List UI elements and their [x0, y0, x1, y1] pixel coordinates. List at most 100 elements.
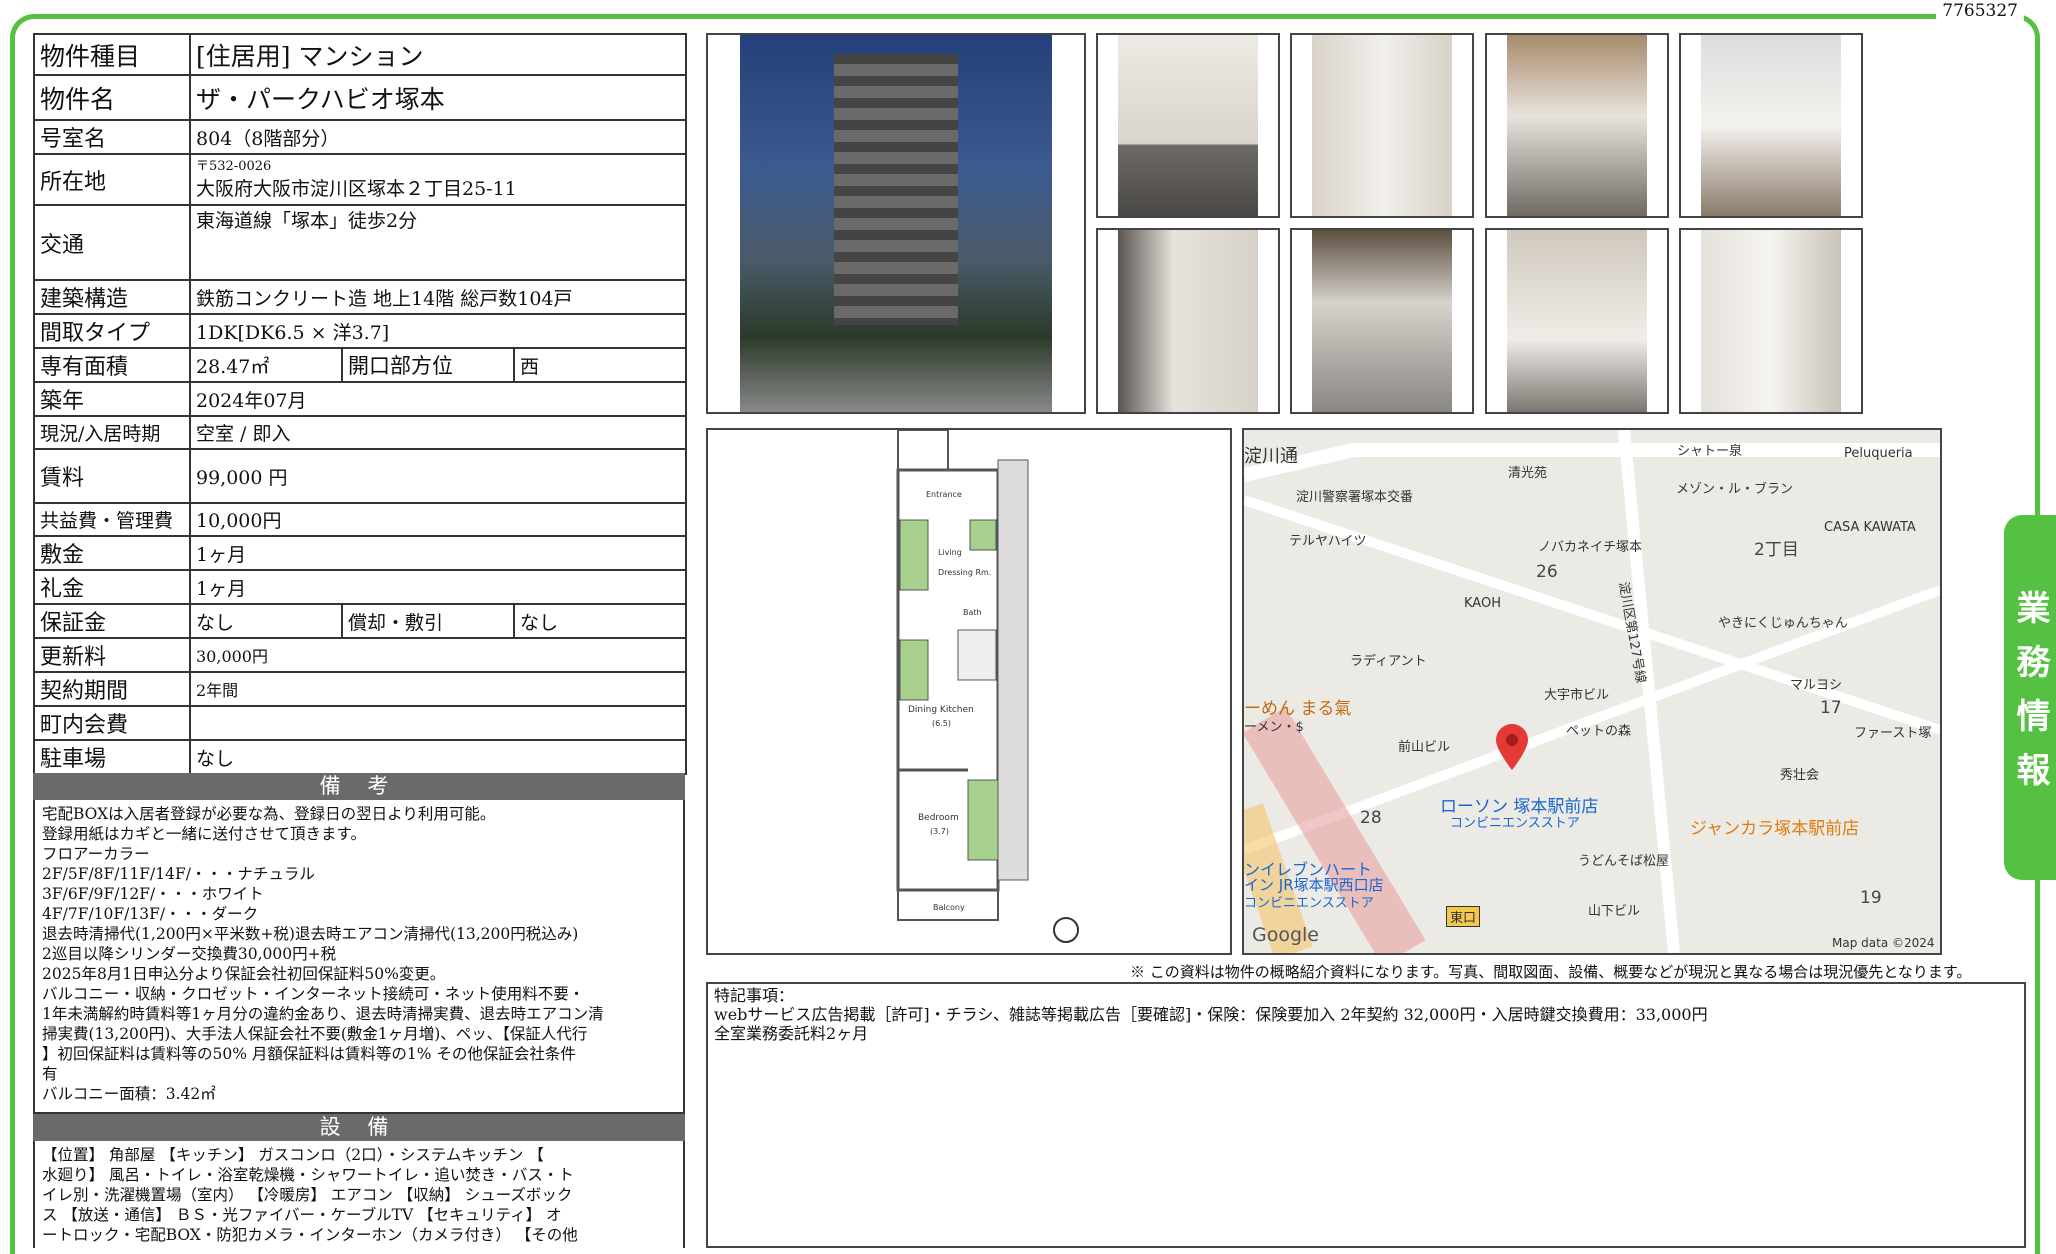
- plan-label-living: Living: [938, 548, 962, 557]
- map-label: 前山ビル: [1398, 740, 1451, 755]
- map-label: テルヤハイツ: [1289, 534, 1367, 549]
- building-image: [740, 35, 1052, 412]
- map-label: 大宇市ビル: [1544, 688, 1610, 703]
- location-pin-icon: [1496, 724, 1528, 770]
- rent-value: 99,000 円: [188, 448, 688, 504]
- structure-label: 建築構造: [33, 279, 191, 315]
- remarks-line: 全室業務委託料2ヶ月: [714, 1024, 869, 1043]
- map-number: 19: [1860, 888, 1882, 908]
- address-zip: 〒532-0026: [196, 158, 272, 174]
- setsubi-body: 【位置】 角部屋 【キッチン】 ガスコンロ（2口）・システムキッチン 【 水廻り…: [33, 1141, 685, 1248]
- plan-label-dining: Dining Kitchen: [908, 705, 974, 715]
- guarantee-label: 保証金: [33, 603, 191, 639]
- layout-label: 間取タイプ: [33, 313, 191, 349]
- transit-label: 交通: [33, 204, 191, 281]
- status-value: 空室 / 即入: [188, 415, 688, 450]
- plan-label-entrance: Entrance: [926, 490, 962, 499]
- key-money-value: 1ヶ月: [188, 569, 688, 605]
- room-image: [1701, 230, 1841, 412]
- deposit-label: 敷金: [33, 535, 191, 571]
- room-photo-8[interactable]: [1679, 228, 1863, 414]
- setsubi-line: ス 【放送・通信】 ＢＳ・光ファイバー・ケーブルTV 【セキュリティ】 オ: [42, 1206, 562, 1224]
- address-value: 大阪府大阪市淀川区塚本２丁目25-11: [196, 177, 517, 200]
- room-photo-6[interactable]: [1290, 228, 1474, 414]
- biko-line: 1年未満解約時賃料等1ヶ月分の違約金あり、退去時清掃実費、退去時エアコン清: [42, 1005, 604, 1023]
- renewal-value: 30,000円: [188, 637, 688, 673]
- amort-label: 償却・敷引: [341, 603, 515, 639]
- contract-value: 2年間: [188, 671, 688, 707]
- area-label: 専有面積: [33, 347, 191, 383]
- setsubi-line: 水廻り】 風呂・トイレ・浴室乾燥機・シャワートイレ・追い焚き・バス・ト: [42, 1166, 574, 1184]
- name-label: 物件名: [33, 74, 191, 121]
- map-label: CASA KAWATA: [1824, 520, 1916, 535]
- direction-value: 西: [512, 347, 688, 383]
- plan-label-bedroom-size: (3.7): [930, 827, 949, 836]
- community-label: 町内会費: [33, 705, 191, 741]
- building-photo[interactable]: [706, 33, 1086, 414]
- side-tab-label: 業務情報: [2010, 589, 2050, 806]
- room-image: [1312, 230, 1452, 412]
- address-cell: 〒532-0026 大阪府大阪市淀川区塚本２丁目25-11: [188, 153, 688, 206]
- plan-label-bedroom: Bedroom: [918, 813, 959, 823]
- room-photo-3[interactable]: [1485, 33, 1669, 218]
- key-money-label: 礼金: [33, 569, 191, 605]
- compass-icon: [1053, 917, 1079, 943]
- fee-label: 共益費・管理費: [33, 502, 191, 537]
- biko-body: 宅配BOXは入居者登録が必要な為、登録日の翌日より利用可能。 登録用紙はカギと一…: [33, 800, 685, 1114]
- setsubi-line: ートロック・宅配BOX・防犯カメラ・インターホン（カメラ付き） 【その他: [42, 1226, 578, 1244]
- map-label: 淀川警察署塚本交番: [1296, 490, 1414, 505]
- plan-label-bath: Bath: [963, 608, 982, 617]
- map-label: やきにくじゅんちゃん: [1718, 616, 1848, 631]
- map-label: ジャンカラ塚本駅前店: [1690, 819, 1860, 839]
- map-number: 17: [1820, 698, 1842, 718]
- biko-line: 2巡目以降シリンダー交換費30,000円+税: [42, 945, 337, 963]
- area-value: 28.47㎡: [189, 347, 343, 383]
- biko-line: 4F/7F/10F/13F/・・・ダーク: [42, 905, 259, 923]
- floor-plan-drawing: Entrance Living Dressing Rm. Bath Dining…: [896, 429, 1079, 943]
- biko-line: 宅配BOXは入居者登録が必要な為、登録日の翌日より利用可能。: [42, 805, 496, 823]
- map-label: KAOH: [1464, 596, 1501, 611]
- map-label: コンビニエンスストア: [1244, 896, 1374, 911]
- business-info-tab[interactable]: 業務情報: [2004, 515, 2056, 880]
- room-label: 号室名: [33, 119, 191, 155]
- room-value: 804（8階部分）: [188, 119, 688, 155]
- rent-label: 賃料: [33, 448, 191, 504]
- biko-line: 】初回保証料は賃料等の50% 月額保証料は賃料等の1% その他保証会社条件: [42, 1045, 576, 1063]
- room-image: [1118, 230, 1258, 412]
- map-label: メゾン・ル・ブラン: [1676, 482, 1794, 497]
- google-logo: Google: [1252, 924, 1320, 946]
- layout-value: 1DK[DK6.5 × 洋3.7]: [188, 313, 688, 349]
- map-label: 清光苑: [1508, 466, 1548, 481]
- type-label: 物件種目: [33, 33, 191, 76]
- floor-plan[interactable]: Entrance Living Dressing Rm. Bath Dining…: [706, 428, 1232, 955]
- disclaimer: ※ この資料は物件の概略紹介資料になります。写真、間取図面、設備、概要などが現況…: [1130, 963, 1972, 981]
- map-label: ペットの森: [1566, 724, 1632, 739]
- biko-line: 2F/5F/8F/11F/14F/・・・ナチュラル: [42, 865, 315, 883]
- map-label: ラディアント: [1350, 654, 1427, 669]
- map-label: ファースト塚: [1854, 726, 1932, 741]
- name-value: ザ・パークハビオ塚本: [188, 74, 688, 121]
- special-remarks: 特記事項： webサービス広告掲載［許可]・チラシ、雑誌等掲載広告［要確認]・保…: [706, 982, 2026, 1248]
- parking-value: なし: [188, 739, 688, 775]
- room-photo-7[interactable]: [1485, 228, 1669, 414]
- guarantee-value: なし: [189, 603, 343, 639]
- map-number: 26: [1536, 562, 1558, 582]
- map-label: シャトー泉: [1677, 444, 1743, 459]
- map-number: 28: [1360, 808, 1382, 828]
- location-map[interactable]: 淀川通 淀川警察署塚本交番 清光苑 シャトー泉 Peluqueria メゾン・ル…: [1242, 428, 1942, 955]
- map-label: 淀川通: [1244, 446, 1298, 467]
- biko-line: 2025年8月1日申込分より保証会社初回保証料50%変更。: [42, 965, 446, 983]
- room-photo-1[interactable]: [1096, 33, 1280, 218]
- plan-label-dressing: Dressing Rm.: [938, 568, 991, 577]
- map-attribution: Map data ©2024: [1832, 936, 1935, 950]
- fee-value: 10,000円: [188, 502, 688, 537]
- room-image: [1118, 35, 1258, 216]
- direction-label: 開口部方位: [341, 347, 515, 383]
- built-label: 築年: [33, 381, 191, 417]
- map-label: Peluqueria: [1844, 446, 1913, 461]
- room-photo-4[interactable]: [1679, 33, 1863, 218]
- room-photo-2[interactable]: [1290, 33, 1474, 218]
- room-photo-5[interactable]: [1096, 228, 1280, 414]
- type-value: [住居用] マンション: [188, 33, 688, 76]
- remarks-line: webサービス広告掲載［許可]・チラシ、雑誌等掲載広告［要確認]・保険：保険要加…: [714, 1005, 1708, 1024]
